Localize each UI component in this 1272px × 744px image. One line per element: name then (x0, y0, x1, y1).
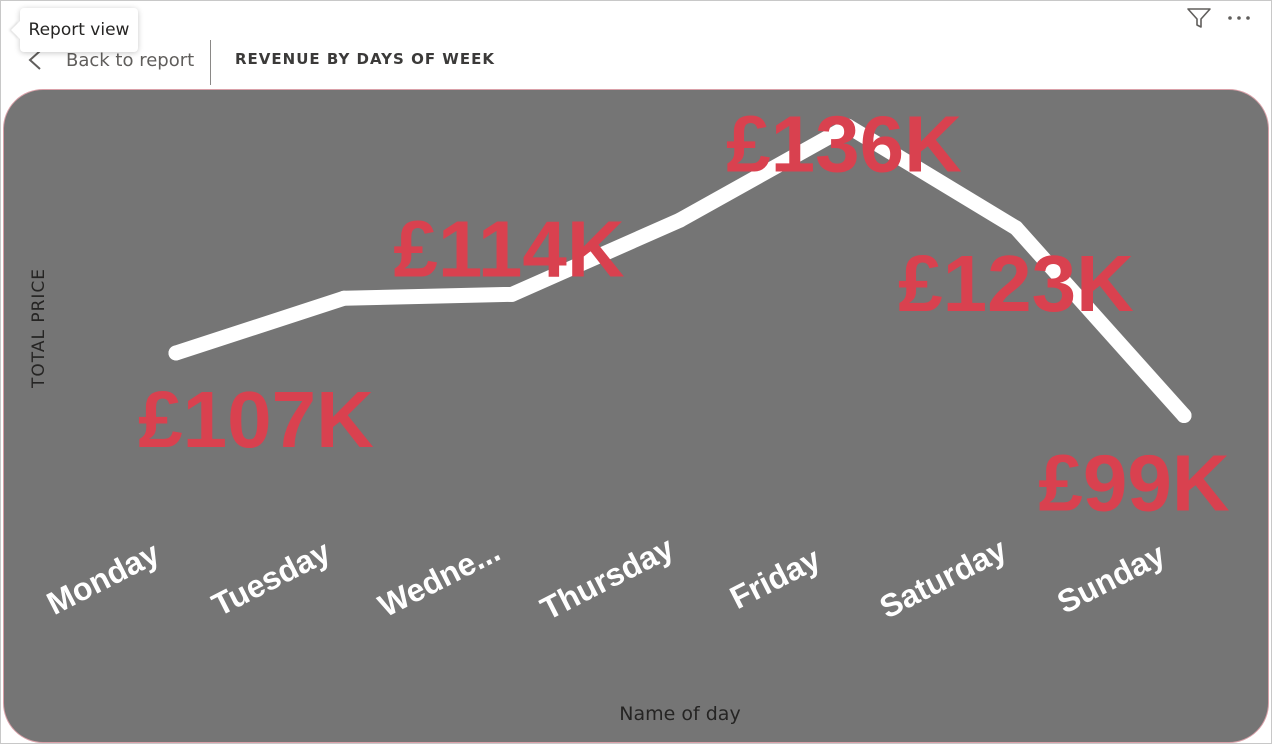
line-chart: TOTAL PRICE Name of day £107K£114K £136K £12… (29, 99, 1230, 725)
data-point-3 (672, 212, 688, 228)
data-point-1 (336, 290, 352, 306)
filter-icon[interactable] (1186, 6, 1212, 30)
data-label-6: £99K (1038, 439, 1229, 528)
more-options-icon[interactable] (1226, 6, 1252, 30)
report-view-tooltip: Report view (20, 8, 138, 52)
data-label-0: £107K (138, 375, 374, 464)
data-point-6 (1176, 408, 1192, 424)
data-point-0 (168, 345, 184, 361)
chart-card: TOTAL PRICE Name of day £107K £114K £136K £12… (3, 89, 1269, 743)
data-label-2: £114K (393, 204, 625, 293)
header-divider (210, 40, 211, 85)
x-tick-label-3: Thursday (535, 529, 680, 627)
x-tick-label-4: Friday (724, 540, 826, 616)
visual-header-icons (1186, 6, 1252, 30)
back-to-report-label: Back to report (66, 49, 195, 71)
y-axis-title: TOTAL PRICE (29, 268, 49, 389)
data-point-5 (1008, 220, 1024, 236)
x-axis-title: Name of day (619, 703, 740, 725)
data-label-4: £136K (726, 99, 962, 188)
data-label-5: £123K (898, 239, 1134, 328)
x-tick-label-1: Tuesday (206, 533, 336, 623)
x-tick-label-0: Monday (41, 535, 165, 622)
x-tick-label-5: Saturday (874, 531, 1013, 625)
visual-title: REVENUE BY DAYS OF WEEK (235, 50, 495, 68)
x-tick-label-2: Wedne... (372, 532, 505, 624)
x-tick-label-6: Sunday (1051, 536, 1171, 621)
